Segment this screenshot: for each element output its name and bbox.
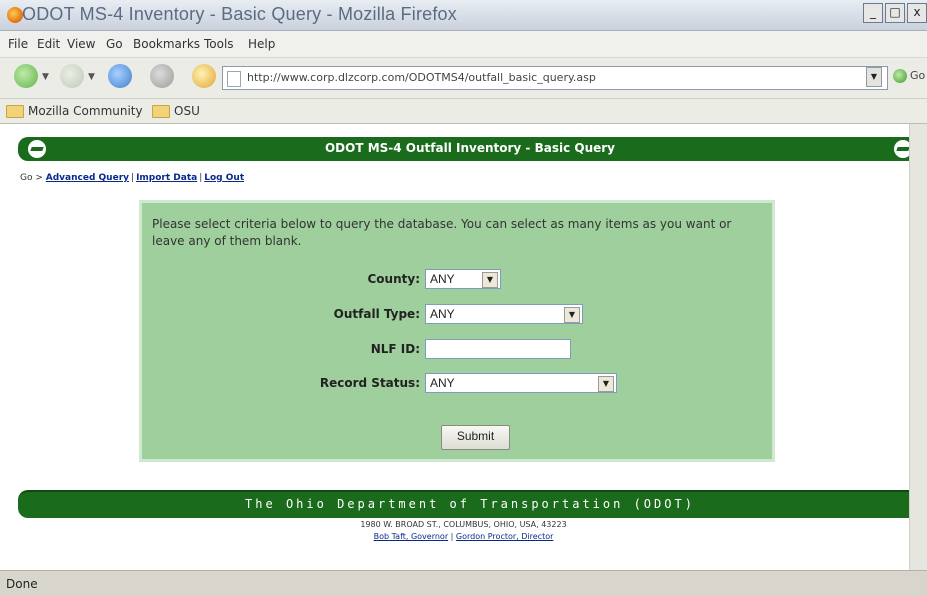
menu-go[interactable]: Go <box>106 37 123 51</box>
footer-bar: The Ohio Department of Transportation (O… <box>18 490 922 518</box>
url-text[interactable]: http://www.corp.dlzcorp.com/ODOTMS4/outf… <box>247 71 596 84</box>
bookmarks-toolbar: Mozilla Community OSU <box>0 99 927 124</box>
nlf-id-input[interactable] <box>425 339 571 359</box>
outfall-type-value: ANY <box>430 307 455 321</box>
close-button[interactable]: x <box>907 3 927 23</box>
home-icon[interactable] <box>192 64 216 88</box>
bookmark-osu[interactable]: OSU <box>152 104 200 118</box>
stop-icon[interactable] <box>150 64 174 88</box>
page-header-bar: ODOT MS-4 Outfall Inventory - Basic Quer… <box>18 137 922 161</box>
menu-bookmarks[interactable]: Bookmarks <box>133 37 200 51</box>
page-title: ODOT MS-4 Outfall Inventory - Basic Quer… <box>324 141 615 155</box>
folder-icon <box>6 104 24 118</box>
breadcrumb-prefix: Go > <box>20 173 43 183</box>
menu-edit[interactable]: Edit <box>37 37 60 51</box>
query-form: Please select criteria below to query th… <box>139 200 775 462</box>
maximize-button[interactable]: □ <box>885 3 905 23</box>
forward-history-dropdown-icon[interactable]: ▼ <box>88 72 95 82</box>
import-data-link[interactable]: Import Data <box>136 173 197 183</box>
director-link[interactable]: Gordon Proctor, Director <box>456 532 553 541</box>
governor-link[interactable]: Bob Taft, Governor <box>374 532 449 541</box>
record-status-select[interactable]: ANY ▼ <box>425 373 617 393</box>
menu-tools[interactable]: Tools <box>204 37 234 51</box>
go-icon[interactable] <box>893 69 907 83</box>
window-titlebar: ODOT MS-4 Inventory - Basic Query - Mozi… <box>0 0 927 31</box>
bookmark-label: OSU <box>174 104 200 118</box>
url-bar[interactable]: http://www.corp.dlzcorp.com/ODOTMS4/outf… <box>222 66 888 90</box>
folder-icon <box>152 104 170 118</box>
navigation-toolbar: ▼ ▼ http://www.corp.dlzcorp.com/ODOTMS4/… <box>0 58 927 99</box>
back-history-dropdown-icon[interactable]: ▼ <box>42 72 49 82</box>
log-out-link[interactable]: Log Out <box>204 173 244 183</box>
menu-bar: File Edit View Go Bookmarks Tools Help <box>0 31 927 58</box>
firefox-icon <box>7 7 23 23</box>
back-arrow-icon[interactable] <box>14 64 38 88</box>
minimize-button[interactable]: _ <box>863 3 883 23</box>
chevron-down-icon[interactable]: ▼ <box>482 272 498 288</box>
nlf-id-label: NLF ID: <box>370 342 420 356</box>
chevron-down-icon[interactable]: ▼ <box>564 307 580 323</box>
separator: | <box>131 173 135 183</box>
vertical-scrollbar[interactable] <box>909 124 927 570</box>
window-title: ODOT MS-4 Inventory - Basic Query - Mozi… <box>22 4 457 24</box>
record-status-value: ANY <box>430 376 455 390</box>
county-label: County: <box>367 272 421 286</box>
page-content: ODOT MS-4 Outfall Inventory - Basic Quer… <box>0 124 927 570</box>
menu-view[interactable]: View <box>67 37 95 51</box>
forward-arrow-icon[interactable] <box>60 64 84 88</box>
menu-help[interactable]: Help <box>248 37 275 51</box>
footer-officials: Bob Taft, Governor | Gordon Proctor, Dir… <box>0 532 927 541</box>
submit-button[interactable]: Submit <box>441 425 510 450</box>
advanced-query-link[interactable]: Advanced Query <box>46 173 129 183</box>
status-bar: Done <box>0 570 927 596</box>
chevron-down-icon[interactable]: ▼ <box>598 376 614 392</box>
bookmark-mozilla-community[interactable]: Mozilla Community <box>6 104 143 118</box>
record-status-label: Record Status: <box>319 376 420 390</box>
outfall-type-label: Outfall Type: <box>333 307 420 321</box>
menu-file[interactable]: File <box>8 37 28 51</box>
page-icon <box>227 71 241 87</box>
url-history-dropdown[interactable]: ▼ <box>866 67 882 87</box>
window-controls: _ □ x <box>863 3 927 23</box>
county-select[interactable]: ANY ▼ <box>425 269 501 289</box>
go-label[interactable]: Go <box>910 69 925 82</box>
footer-address: 1980 W. BROAD ST., COLUMBUS, OHIO, USA, … <box>360 520 567 529</box>
county-value: ANY <box>430 272 455 286</box>
bookmark-label: Mozilla Community <box>28 104 143 118</box>
breadcrumb: Go > Advanced Query | Import Data | Log Out <box>20 173 244 183</box>
footer-title: The Ohio Department of Transportation (O… <box>245 497 695 511</box>
reload-icon[interactable] <box>108 64 132 88</box>
form-instructions: Please select criteria below to query th… <box>152 217 732 248</box>
outfall-type-select[interactable]: ANY ▼ <box>425 304 583 324</box>
status-text: Done <box>6 577 38 591</box>
